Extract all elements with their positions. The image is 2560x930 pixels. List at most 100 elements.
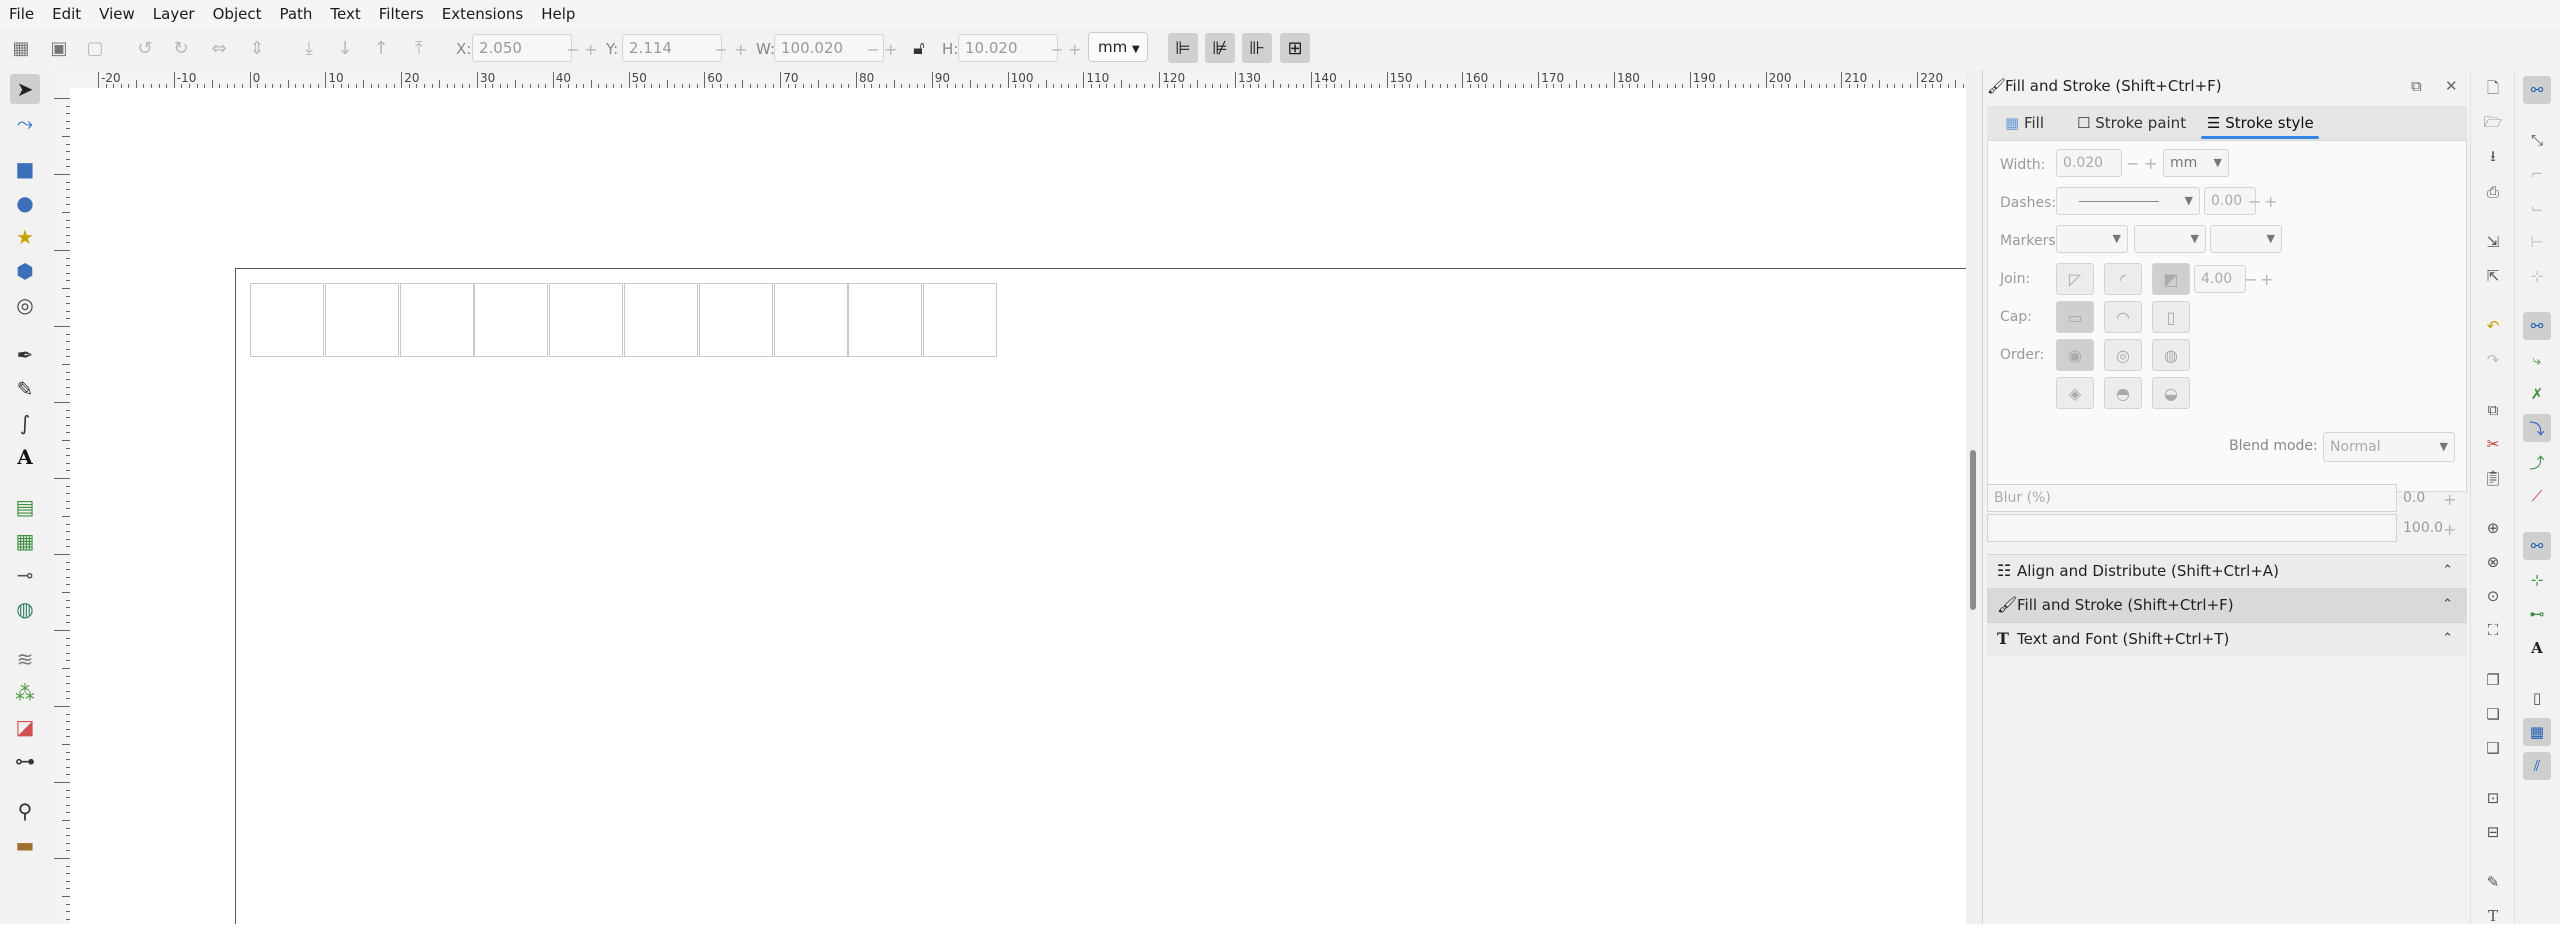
tab-fill[interactable]: ▦ Fill <box>2005 106 2044 140</box>
zoom-page-icon[interactable]: ⊙ <box>2479 582 2507 610</box>
undo-icon[interactable]: ↶ <box>2479 312 2507 340</box>
eraser-tool-icon[interactable]: ◪ <box>10 712 40 742</box>
order-stroke-fill-icon[interactable]: ◎ <box>2104 339 2142 371</box>
3d-box-tool-icon[interactable]: ⬢ <box>10 256 40 286</box>
menu-filters[interactable]: Filters <box>370 0 433 28</box>
miter-increment[interactable]: + <box>2260 270 2273 289</box>
snap-rotation-center-icon[interactable]: ⊷ <box>2523 600 2551 628</box>
raise-top-icon[interactable]: ⤒ <box>404 33 434 63</box>
lower-icon[interactable]: ↓ <box>330 33 360 63</box>
y-decrement[interactable]: − <box>714 40 727 59</box>
dashes-dropdown[interactable]: ▼ <box>2056 187 2200 215</box>
dash-offset-increment[interactable]: + <box>2264 192 2277 211</box>
move-gradients-icon[interactable]: ⊪ <box>1242 33 1272 63</box>
width-increment[interactable]: + <box>2144 154 2157 173</box>
x-increment[interactable]: + <box>584 40 597 59</box>
snap-midpoint-icon[interactable]: ⟋ <box>2523 482 2551 510</box>
scale-stroke-icon[interactable]: ⊫ <box>1168 33 1198 63</box>
w-increment[interactable]: + <box>884 40 897 59</box>
section-text-font[interactable]: T Text and Font (Shift+Ctrl+T) ⌃ <box>1987 622 2467 656</box>
menu-text[interactable]: Text <box>321 0 369 28</box>
grid-cell[interactable] <box>250 283 324 357</box>
miter-decrement[interactable]: − <box>2244 270 2257 289</box>
vertical-scrollbar[interactable] <box>1966 70 1982 924</box>
dropper-tool-icon[interactable]: ⊸ <box>10 560 40 590</box>
snap-center-icon[interactable]: ⊹ <box>2523 566 2551 594</box>
grid-cell[interactable] <box>773 283 848 357</box>
node-tool-icon[interactable]: ⤳ <box>10 108 40 138</box>
end-marker-dropdown[interactable]: ▼ <box>2210 225 2282 253</box>
text-dialog-icon[interactable]: T <box>2479 902 2507 930</box>
order-normal-icon[interactable]: ◉ <box>2056 339 2094 371</box>
tab-stroke-paint[interactable]: ☐ Stroke paint <box>2077 106 2186 140</box>
snap-smooth-icon[interactable]: ⤴ <box>2523 448 2551 476</box>
blur-slider[interactable]: Blur (%) <box>1987 484 2397 512</box>
snap-bbox-corner-icon[interactable]: ⌙ <box>2523 194 2551 222</box>
grid-cell[interactable] <box>474 283 549 357</box>
export-icon[interactable]: ⇱ <box>2479 262 2507 290</box>
calligraphy-tool-icon[interactable]: ∫ <box>10 408 40 438</box>
scale-corners-icon[interactable]: ⊯ <box>1205 33 1235 63</box>
order-markers-stroke-icon[interactable]: ◒ <box>2152 377 2190 409</box>
y-field[interactable]: 2.114 <box>622 34 722 62</box>
snap-cusp-icon[interactable]: ⤵ <box>2523 414 2551 442</box>
dash-offset-decrement[interactable]: − <box>2248 192 2261 211</box>
gradient-tool-icon[interactable]: ▤ <box>10 492 40 522</box>
menu-layer[interactable]: Layer <box>144 0 204 28</box>
pencil-tool-icon[interactable]: ✎ <box>10 374 40 404</box>
snap-page-border-icon[interactable]: ▯ <box>2523 684 2551 712</box>
lower-bottom-icon[interactable]: ⤓ <box>294 33 324 63</box>
order-markers-fill-icon[interactable]: ◈ <box>2056 377 2094 409</box>
cut-icon[interactable]: ✂ <box>2479 430 2507 458</box>
join-miter-icon[interactable]: ◩ <box>2152 263 2190 295</box>
open-file-icon[interactable]: 🗁︎ <box>2479 110 2507 138</box>
snap-others-icon[interactable]: ⚯ <box>2523 532 2551 560</box>
menu-file[interactable]: File <box>0 0 43 28</box>
join-bevel-icon[interactable]: ◸ <box>2056 263 2094 295</box>
paste-icon[interactable]: 📋︎ <box>2479 464 2507 492</box>
grid-cell[interactable] <box>848 283 923 357</box>
menu-help[interactable]: Help <box>532 0 584 28</box>
snap-guide-icon[interactable]: ⫽ <box>2523 752 2551 780</box>
snap-enable-icon[interactable]: ⚯ <box>2523 76 2551 104</box>
spray-tool-icon[interactable]: ⁂ <box>10 678 40 708</box>
start-marker-dropdown[interactable]: ▼ <box>2056 225 2128 253</box>
menu-view[interactable]: View <box>90 0 144 28</box>
text-tool-icon[interactable]: A <box>10 442 40 472</box>
opacity-increment[interactable]: + <box>2443 520 2456 539</box>
zoom-fit-icon[interactable]: ⛶ <box>2479 616 2507 644</box>
cap-round-icon[interactable]: ◠ <box>2104 301 2142 333</box>
h-increment[interactable]: + <box>1068 40 1081 59</box>
order-stroke-markers-icon[interactable]: ◓ <box>2104 377 2142 409</box>
redo-icon[interactable]: ↷ <box>2479 346 2507 374</box>
ruler-horizontal[interactable]: -20 -10 0 10 20 30 40 50 60 70 80 90 100 110 120 130 140… <box>52 70 1966 89</box>
section-align-distribute[interactable]: ☷ Align and Distribute (Shift+Ctrl+A) ⌃ <box>1987 554 2467 588</box>
deselect-icon[interactable]: ▢ <box>80 33 110 63</box>
connector-tool-icon[interactable]: ⊶ <box>10 746 40 776</box>
mid-marker-dropdown[interactable]: ▼ <box>2134 225 2206 253</box>
selector-tool-icon[interactable]: ➤ <box>10 74 40 104</box>
rectangle-tool-icon[interactable]: ■ <box>10 154 40 184</box>
grid-cell[interactable] <box>923 283 998 357</box>
h-field[interactable]: 10.020 <box>958 34 1058 62</box>
width-decrement[interactable]: − <box>2126 154 2139 173</box>
pen-tool-icon[interactable]: ✒ <box>10 340 40 370</box>
y-increment[interactable]: + <box>734 40 747 59</box>
x-field[interactable]: 2.050 <box>472 34 572 62</box>
zoom-tool-icon[interactable]: ⚲ <box>10 796 40 826</box>
unlink-clone-icon[interactable]: ❑ <box>2479 734 2507 762</box>
section-fill-stroke[interactable]: 🖌︎ Fill and Stroke (Shift+Ctrl+F) ⌃ <box>1987 588 2467 622</box>
zoom-selection-icon[interactable]: ⊕ <box>2479 514 2507 542</box>
star-tool-icon[interactable]: ★ <box>10 222 40 252</box>
close-icon[interactable]: ✕ <box>2445 70 2458 102</box>
paint-bucket-tool-icon[interactable]: ◍ <box>10 594 40 624</box>
duplicate-icon[interactable]: ❐ <box>2479 666 2507 694</box>
join-round-icon[interactable]: ◜ <box>2104 263 2142 295</box>
ellipse-tool-icon[interactable]: ● <box>10 188 40 218</box>
clone-icon[interactable]: ❏ <box>2479 700 2507 728</box>
width-unit-dropdown[interactable]: mm ▼ <box>2163 149 2229 177</box>
menu-extensions[interactable]: Extensions <box>433 0 532 28</box>
spiral-tool-icon[interactable]: ◎ <box>10 290 40 320</box>
tab-stroke-style[interactable]: ☰ Stroke style <box>2207 106 2314 140</box>
snap-bbox-edge-icon[interactable]: ⌐ <box>2523 160 2551 188</box>
